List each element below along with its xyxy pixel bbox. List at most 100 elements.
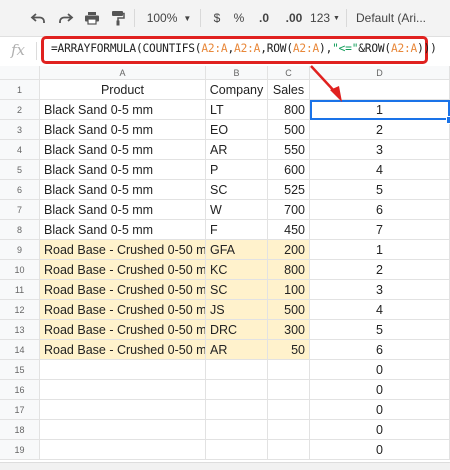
row-header[interactable]: 4 [0,140,40,160]
increase-decimal-button[interactable]: .00 [282,8,306,28]
cell-result[interactable]: 4 [310,300,450,320]
cell-product[interactable]: Black Sand 0-5 mm [40,140,206,160]
cell-result[interactable]: 7 [310,220,450,240]
column-header-c[interactable]: C [268,66,310,80]
cell-result[interactable]: 0 [310,400,450,420]
cell-sales[interactable]: 200 [268,240,310,260]
cell-product[interactable] [40,360,206,380]
cell-product[interactable] [40,380,206,400]
cell-product[interactable] [40,400,206,420]
row-header[interactable]: 12 [0,300,40,320]
cell-result[interactable]: 5 [310,180,450,200]
row-header[interactable]: 6 [0,180,40,200]
cell-product[interactable]: Black Sand 0-5 mm [40,160,206,180]
cell-company[interactable]: W [206,200,268,220]
row-header[interactable]: 10 [0,260,40,280]
cell-product[interactable]: Black Sand 0-5 mm [40,120,206,140]
cell-company[interactable]: P [206,160,268,180]
row-header[interactable]: 15 [0,360,40,380]
row-header[interactable]: 16 [0,380,40,400]
cell-sales[interactable]: 450 [268,220,310,240]
paint-format-icon[interactable] [108,8,128,28]
more-formats-button[interactable]: 123 ▼ [310,8,340,28]
cell-company[interactable]: SC [206,180,268,200]
row-header[interactable]: 18 [0,420,40,440]
row-header[interactable]: 19 [0,440,40,460]
cell-sales[interactable]: 50 [268,340,310,360]
cell-sales[interactable]: 525 [268,180,310,200]
column-header-d[interactable]: D [310,66,450,80]
cell-company[interactable]: GFA [206,240,268,260]
selected-cell-d2[interactable]: 1 [310,100,450,120]
row-header[interactable]: 14 [0,340,40,360]
cell-result[interactable]: 4 [310,160,450,180]
cell-product[interactable]: Road Base - Crushed 0-50 mm [40,280,206,300]
zoom-select[interactable]: 100% ▼ [144,8,194,28]
row-header[interactable]: 3 [0,120,40,140]
font-select[interactable]: Default (Ari... [356,8,450,28]
cell-product[interactable] [40,440,206,460]
cell-sales[interactable]: 300 [268,320,310,340]
redo-icon[interactable] [56,8,76,28]
cell-result[interactable]: 1 [310,240,450,260]
cell-product[interactable] [40,420,206,440]
cell-result[interactable]: 5 [310,320,450,340]
cell-result[interactable]: 0 [310,380,450,400]
percent-button[interactable]: % [232,8,246,28]
row-header[interactable]: 1 [0,80,40,100]
cell-company[interactable]: SC [206,280,268,300]
column-header-b[interactable]: B [206,66,268,80]
cell-sales[interactable]: 550 [268,140,310,160]
cell-product[interactable]: Black Sand 0-5 mm [40,200,206,220]
cell-sales[interactable]: 500 [268,300,310,320]
cell-result[interactable]: 6 [310,340,450,360]
cell-company[interactable]: AR [206,340,268,360]
cell-product[interactable]: Road Base - Crushed 0-50 mm [40,300,206,320]
cell-sales[interactable]: 800 [268,260,310,280]
cell-company[interactable]: LT [206,100,268,120]
row-header[interactable]: 9 [0,240,40,260]
cell-result[interactable]: 3 [310,280,450,300]
cell-product[interactable]: Road Base - Crushed 0-50 mm [40,320,206,340]
cell-company[interactable] [206,360,268,380]
row-header[interactable]: 11 [0,280,40,300]
cell-sales[interactable] [268,440,310,460]
header-cell-d[interactable] [310,80,450,100]
cell-product[interactable]: Black Sand 0-5 mm [40,180,206,200]
fill-handle[interactable] [446,116,450,124]
cell-result[interactable]: 6 [310,200,450,220]
cell-sales[interactable]: 600 [268,160,310,180]
cell-company[interactable] [206,440,268,460]
undo-icon[interactable] [28,8,48,28]
row-header[interactable]: 17 [0,400,40,420]
cell-product[interactable]: Road Base - Crushed 0-50 mm [40,240,206,260]
row-header[interactable]: 8 [0,220,40,240]
formula-input[interactable]: =ARRAYFORMULA(COUNTIFS(A2:A,A2:A,ROW(A2:… [41,36,437,64]
cell-result[interactable]: 0 [310,420,450,440]
cell-company[interactable] [206,380,268,400]
cell-company[interactable]: KC [206,260,268,280]
header-cell-product[interactable]: Product [40,80,206,100]
cell-company[interactable]: F [206,220,268,240]
cell-result[interactable]: 2 [310,260,450,280]
cell-company[interactable]: JS [206,300,268,320]
cell-product[interactable]: Black Sand 0-5 mm [40,220,206,240]
cell-result[interactable]: 0 [310,360,450,380]
cell-company[interactable] [206,400,268,420]
cell-sales[interactable]: 500 [268,120,310,140]
cell-sales[interactable]: 700 [268,200,310,220]
row-header[interactable]: 13 [0,320,40,340]
currency-button[interactable]: $ [210,8,224,28]
header-cell-company[interactable]: Company [206,80,268,100]
cell-sales[interactable] [268,380,310,400]
cell-product[interactable]: Road Base - Crushed 0-50 mm [40,340,206,360]
cell-company[interactable]: EO [206,120,268,140]
cell-product[interactable]: Road Base - Crushed 0-50 mm [40,260,206,280]
cell-result[interactable]: 2 [310,120,450,140]
decrease-decimal-button[interactable]: .0 [254,8,274,28]
cell-result[interactable]: 0 [310,440,450,460]
cell-sales[interactable] [268,420,310,440]
row-header[interactable]: 7 [0,200,40,220]
cell-result[interactable]: 3 [310,140,450,160]
cell-product[interactable]: Black Sand 0-5 mm [40,100,206,120]
